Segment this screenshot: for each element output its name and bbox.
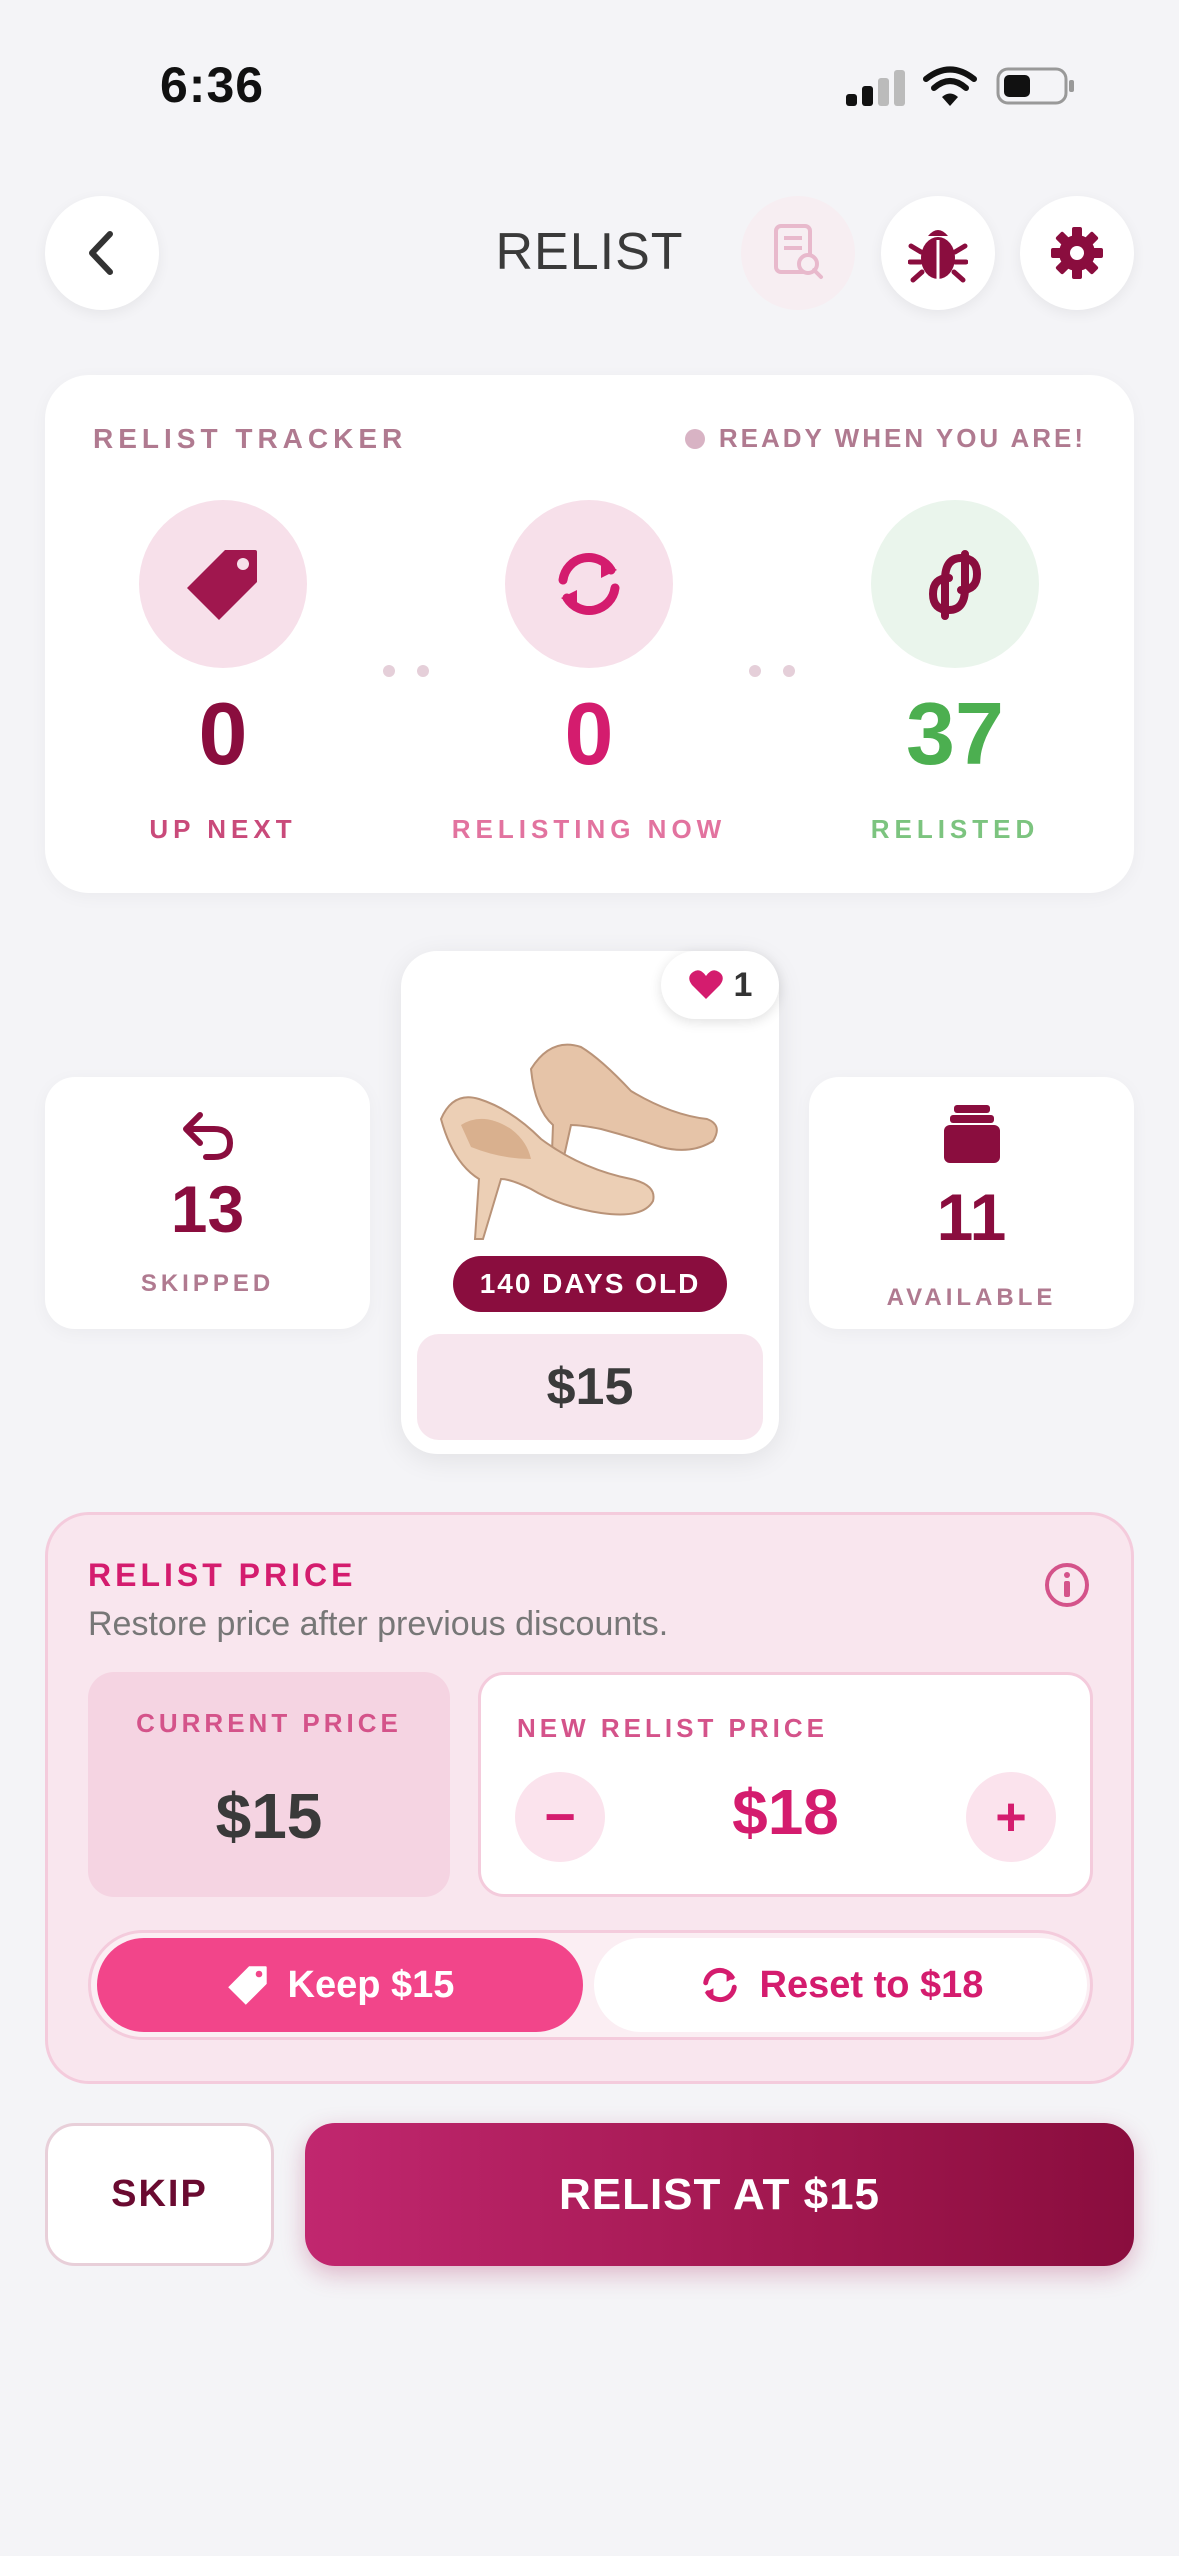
relist-button[interactable]: RELIST AT $15 — [305, 2123, 1134, 2266]
stage-connector — [383, 665, 429, 677]
settings-button[interactable] — [1020, 196, 1134, 310]
poshmark-logo-bubble — [871, 500, 1039, 668]
skipped-card[interactable]: 13 SKIPPED — [45, 1077, 370, 1329]
tracker-title: RELIST TRACKER — [93, 423, 408, 454]
skip-button[interactable]: SKIP — [45, 2123, 274, 2266]
skipped-count: 13 — [170, 1172, 245, 1246]
skipped-label: SKIPPED — [140, 1270, 275, 1297]
price-mode-toggle: Keep $15 Reset to $18 — [88, 1930, 1093, 2040]
relisted-label: RELISTED — [870, 814, 1040, 844]
status-dot-icon — [684, 428, 705, 449]
page-title: RELIST — [495, 223, 684, 281]
up-next-label: UP NEXT — [149, 814, 297, 844]
current-item-card[interactable]: 1 140 DAYS OLD $15 — [401, 951, 779, 1454]
reset-price-label: Reset to $18 — [759, 1963, 984, 2006]
document-search-icon — [774, 224, 823, 279]
likes-count: 1 — [733, 965, 753, 1004]
new-relist-price-box: NEW RELIST PRICE − $18 + — [478, 1672, 1093, 1897]
current-price-label: CURRENT PRICE — [136, 1708, 402, 1738]
stage-relisted: 37 RELISTED — [805, 500, 1105, 845]
stack-icon — [943, 1105, 1000, 1163]
tracker-status-text: READY WHEN YOU ARE! — [718, 423, 1086, 453]
item-price: $15 — [417, 1334, 763, 1440]
wifi-icon — [923, 66, 977, 106]
poshmark-logo-icon — [928, 550, 982, 620]
relisting-now-label: RELISTING NOW — [451, 814, 727, 844]
bug-icon — [908, 230, 968, 283]
increase-price-button[interactable]: + — [966, 1772, 1056, 1862]
refresh-icon — [558, 553, 620, 615]
keep-price-label: Keep $15 — [287, 1963, 455, 2006]
refresh-icon — [702, 1967, 737, 2003]
likes-badge: 1 — [661, 951, 779, 1019]
stage-connector — [749, 665, 795, 677]
available-label: AVAILABLE — [886, 1284, 1057, 1311]
heart-icon — [688, 970, 723, 999]
status-time: 6:36 — [160, 57, 265, 113]
gear-icon — [1051, 227, 1103, 279]
available-card[interactable]: 11 AVAILABLE — [809, 1077, 1134, 1329]
battery-icon — [996, 67, 1074, 105]
reset-price-button[interactable]: Reset to $18 — [594, 1938, 1087, 2032]
item-age-badge: 140 DAYS OLD — [453, 1256, 727, 1312]
refresh-icon-bubble — [505, 500, 673, 668]
undo-icon — [182, 1112, 233, 1160]
cellular-signal-icon — [846, 70, 906, 106]
current-price-value: $15 — [215, 1780, 323, 1852]
relist-price-subtitle: Restore price after previous discounts. — [88, 1605, 669, 1643]
document-search-button[interactable] — [741, 196, 855, 310]
relist-price-panel: RELIST PRICE Restore price after previou… — [45, 1512, 1134, 2084]
debug-button[interactable] — [881, 196, 995, 310]
keep-price-button[interactable]: Keep $15 — [97, 1938, 583, 2032]
info-icon[interactable] — [1043, 1561, 1091, 1609]
item-photo — [439, 1043, 718, 1240]
relisted-count: 37 — [906, 684, 1004, 783]
up-next-count: 0 — [198, 684, 248, 783]
relisting-now-count: 0 — [564, 684, 614, 783]
tag-icon-bubble — [139, 500, 307, 668]
stage-up-next: 0 UP NEXT — [73, 500, 373, 845]
tag-icon — [187, 550, 257, 620]
current-price-box: CURRENT PRICE $15 — [88, 1672, 450, 1897]
relist-price-title: RELIST PRICE — [88, 1557, 357, 1593]
relist-tracker-card: RELIST TRACKER READY WHEN YOU ARE! 0 UP … — [45, 375, 1134, 893]
stage-relisting-now: 0 RELISTING NOW — [439, 500, 739, 845]
tag-icon — [227, 1966, 267, 2005]
tracker-status: READY WHEN YOU ARE! — [684, 423, 1086, 454]
new-relist-price-label: NEW RELIST PRICE — [517, 1713, 829, 1743]
available-count: 11 — [936, 1180, 1007, 1254]
